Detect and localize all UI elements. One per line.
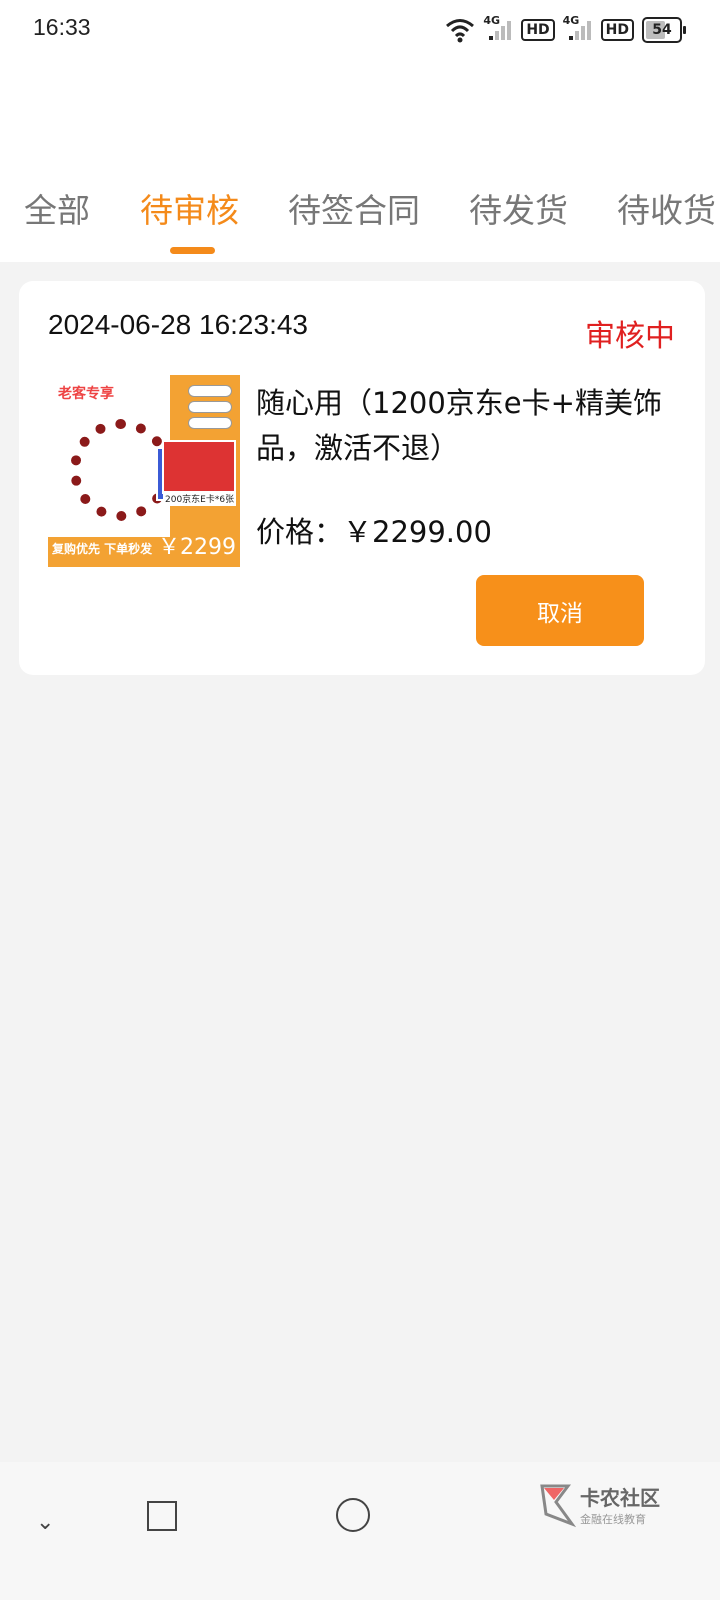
tab-all[interactable]: 全部 — [24, 184, 90, 232]
thumb-card-text: 200京东E卡*6张 — [163, 491, 237, 506]
tab-indicator — [170, 247, 215, 254]
signal-icon: 4G — [483, 14, 513, 44]
thumb-price: ￥2299 — [158, 535, 236, 560]
hd-icon-2: HD — [600, 19, 634, 41]
watermark-subtitle: 金融在线教育 — [580, 1512, 646, 1526]
product-price: 价格：￥2299.00 — [256, 515, 492, 549]
home-button[interactable] — [336, 1498, 370, 1532]
product-name[interactable]: 随心用（1200京东e卡+精美饰品，激活不退） — [256, 381, 676, 471]
thumb-tag: 老客专享 — [58, 386, 114, 402]
order-tabs: 全部 待审核 待签合同 待发货 待收货 — [0, 184, 720, 262]
watermark-title: 卡农社区 — [580, 1485, 660, 1510]
order-time: 2024-06-28 16:23:43 — [48, 309, 308, 340]
tab-pending-shipment[interactable]: 待发货 — [469, 184, 568, 232]
system-nav-bar: ⌄ 卡农社区 金融在线教育 — [0, 1462, 720, 1600]
recent-apps-button[interactable] — [147, 1501, 177, 1531]
chevron-down-icon[interactable]: ⌄ — [36, 1510, 54, 1535]
status-icons: 4G HD 4G HD 54 — [445, 14, 686, 46]
watermark: 卡农社区 金融在线教育 — [538, 1480, 660, 1528]
status-time: 16:33 — [33, 14, 91, 40]
tab-pending-receipt[interactable]: 待收货 — [617, 184, 716, 232]
tab-pending-contract[interactable]: 待签合同 — [288, 184, 420, 232]
battery-icon: 54 — [642, 17, 686, 43]
tab-pending-review[interactable]: 待审核 — [140, 184, 239, 232]
order-status: 审核中 — [585, 319, 675, 354]
header: 16:33 4G HD 4G HD 54 全部 待审核 待签合同 待发货 待收货 — [0, 0, 720, 262]
product-image[interactable]: 老客专享 200京东E卡*6张 复购优先 下单秒发 ￥2299 — [48, 375, 240, 567]
watermark-logo-icon — [540, 1484, 576, 1528]
thumb-bottom-text: 复购优先 下单秒发 — [52, 542, 153, 556]
order-card[interactable]: 2024-06-28 16:23:43 审核中 老客专享 200京东E卡*6张 … — [19, 281, 705, 675]
hd-icon: HD — [521, 19, 555, 41]
cancel-button[interactable]: 取消 — [476, 575, 644, 646]
wifi-icon — [446, 19, 475, 43]
signal-icon-2: 4G — [563, 14, 593, 44]
